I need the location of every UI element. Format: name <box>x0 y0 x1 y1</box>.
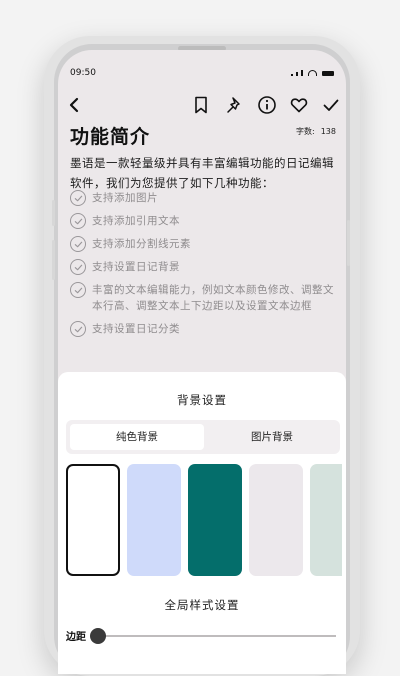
feature-item: 支持添加分割线元素 <box>70 236 342 252</box>
screen: 09:50 功能简介 字数: 138 墨语是一款轻量级并具有丰富编辑功能的日记编… <box>58 50 346 674</box>
heart-icon <box>290 98 308 113</box>
color-swatch[interactable] <box>310 464 342 576</box>
feature-item: 支持设置日记背景 <box>70 259 342 275</box>
sheet-title: 背景设置 <box>177 393 227 407</box>
margin-slider-thumb[interactable] <box>90 628 106 644</box>
note-title[interactable]: 功能简介 <box>70 122 150 149</box>
check-circle-icon <box>70 321 86 337</box>
feature-item: 支持添加引用文本 <box>70 213 342 229</box>
battery-icon <box>322 71 334 76</box>
info-icon <box>258 96 276 114</box>
back-icon <box>69 97 79 113</box>
tab-solid-color[interactable]: 纯色背景 <box>70 424 204 450</box>
word-count-value: 138 <box>320 127 336 136</box>
pin-icon <box>227 97 240 113</box>
feature-text: 支持设置日记背景 <box>92 261 180 273</box>
phone-frame: 09:50 功能简介 字数: 138 墨语是一款轻量级并具有丰富编辑功能的日记编… <box>54 44 350 674</box>
bookmark-button[interactable] <box>190 94 212 116</box>
check-circle-icon <box>70 236 86 252</box>
save-button[interactable] <box>320 94 342 116</box>
feature-item: 支持添加图片 <box>70 190 342 206</box>
power-button <box>347 220 350 266</box>
signal-icon <box>296 72 298 76</box>
word-count: 字数: 138 <box>296 126 336 137</box>
wifi-icon <box>308 70 317 76</box>
check-icon <box>323 99 339 111</box>
word-count-label: 字数: <box>296 127 315 136</box>
check-circle-icon <box>70 213 86 229</box>
feature-text: 丰富的文本编辑能力，例如文本颜色修改、调整文本行高、调整文本上下边距以及设置文本… <box>92 284 334 312</box>
feature-text: 支持添加图片 <box>92 192 158 204</box>
signal-icon <box>301 70 303 76</box>
signal-icon <box>291 74 293 76</box>
back-button[interactable] <box>64 94 86 116</box>
margin-label: 边距 <box>66 632 86 643</box>
favorite-button[interactable] <box>288 94 310 116</box>
feature-item: 支持设置日记分类 <box>70 321 342 337</box>
status-bar: 09:50 <box>58 50 346 90</box>
volume-button <box>52 200 55 226</box>
color-swatch[interactable] <box>188 464 242 576</box>
bookmark-icon <box>195 96 207 114</box>
info-button[interactable] <box>256 94 278 116</box>
color-swatch[interactable] <box>66 464 120 576</box>
note-intro[interactable]: 墨语是一款轻量级并具有丰富编辑功能的日记编辑软件，我们为您提供了如下几种功能： <box>70 153 342 193</box>
color-swatch[interactable] <box>249 464 303 576</box>
volume-button <box>52 240 55 280</box>
check-circle-icon <box>70 190 86 206</box>
feature-item: 丰富的文本编辑能力，例如文本颜色修改、调整文本行高、调整文本上下边距以及设置文本… <box>70 282 342 314</box>
color-swatch-list <box>66 464 342 580</box>
feature-list: 支持添加图片支持添加引用文本 支持添加分割线元素 支持设置日记背景丰富的文本编辑能力… <box>70 190 342 344</box>
check-circle-icon <box>70 259 86 275</box>
background-type-tabs: 纯色背景 图片背景 <box>66 420 340 454</box>
tab-image[interactable]: 图片背景 <box>206 424 338 450</box>
background-settings-sheet: 背景设置 纯色背景 图片背景 全局样式设置 边距 <box>58 372 346 674</box>
feature-text: 支持添加引用文本 <box>92 215 180 227</box>
global-style-title: 全局样式设置 <box>164 598 240 612</box>
color-swatch[interactable] <box>127 464 181 576</box>
feature-text: 支持设置日记分类 <box>92 323 180 335</box>
status-time: 09:50 <box>70 68 96 78</box>
margin-setting: 边距 <box>66 626 338 646</box>
editor-toolbar <box>58 94 346 118</box>
feature-text: 支持添加分割线元素 <box>92 238 191 250</box>
pin-button[interactable] <box>224 94 246 116</box>
status-icons <box>291 70 334 76</box>
margin-slider-track[interactable] <box>98 635 336 637</box>
check-circle-icon <box>70 282 86 298</box>
